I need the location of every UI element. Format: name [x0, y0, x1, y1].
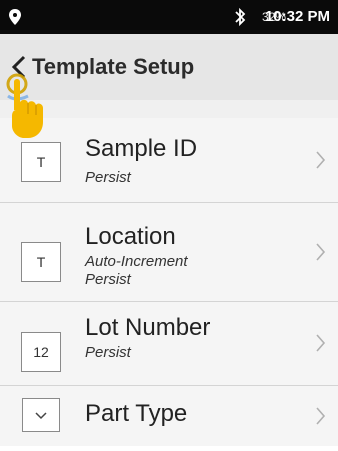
clock: 10:32 PM [264, 8, 330, 25]
list-item-sub: Persist [85, 271, 131, 288]
list-item-label: Location [85, 223, 176, 250]
list-item-label: Part Type [85, 400, 188, 427]
number-field-type-icon: 12 [21, 332, 61, 372]
status-bar: 32% 10:32 PM [0, 0, 338, 34]
text-field-type-icon: T [21, 242, 61, 282]
field-list: T Sample ID Persist T Location Auto-Incr… [0, 118, 338, 446]
chevron-right-icon [316, 334, 326, 352]
chevron-right-icon [316, 407, 326, 425]
list-item-sub: Persist [85, 344, 131, 361]
location-pin-icon [9, 9, 21, 25]
list-item-location[interactable]: T Location Auto-Increment Persist [0, 203, 338, 302]
list-item-lot-number[interactable]: 12 Lot Number Persist [0, 302, 338, 386]
list-item-label: Lot Number [85, 314, 211, 341]
dropdown-icon [22, 398, 60, 432]
chevron-right-icon [316, 151, 326, 169]
list-item-part-type[interactable]: Part Type [0, 386, 338, 446]
text-field-type-icon: T [21, 142, 61, 182]
chevron-right-icon [316, 243, 326, 261]
tap-hand-cursor-icon [6, 73, 43, 138]
bluetooth-icon [235, 7, 246, 27]
list-item-sub: Persist [85, 169, 131, 186]
list-item-label: Sample ID [85, 135, 198, 162]
list-item-sub: Auto-Increment [85, 253, 188, 270]
